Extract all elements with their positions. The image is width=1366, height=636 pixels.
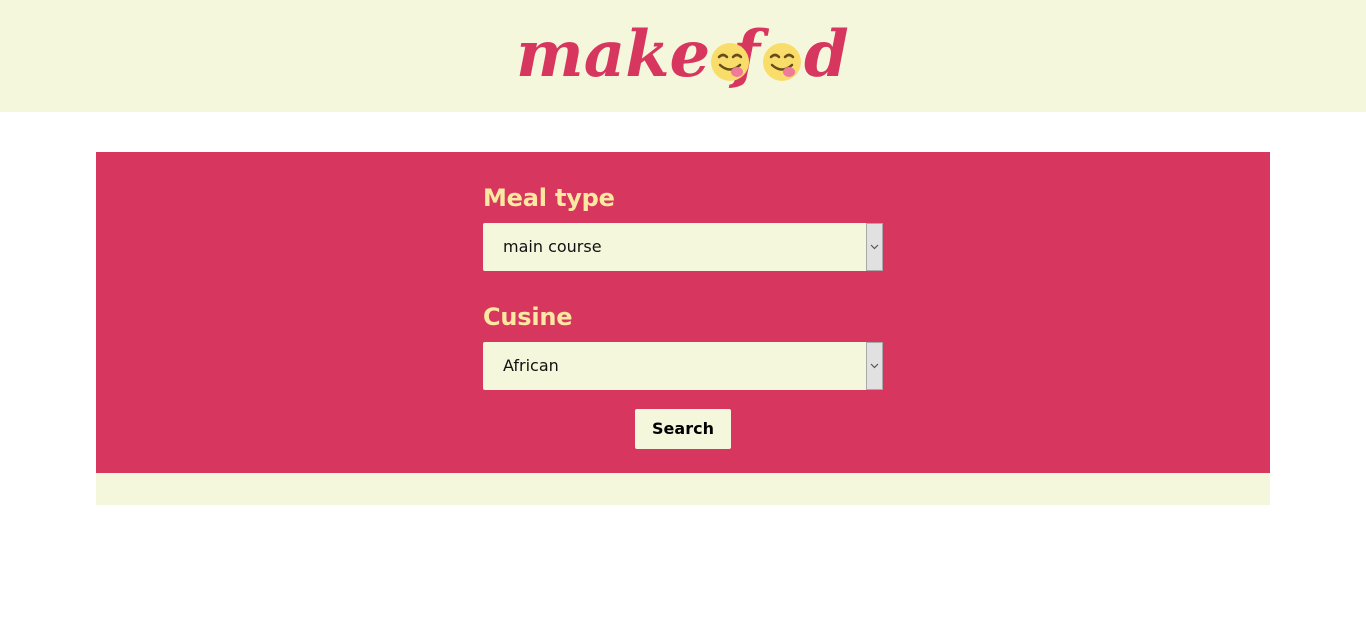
site-logo[interactable]: make f d — [0, 0, 1366, 112]
cuisine-selected-value: African — [503, 356, 559, 375]
chevron-down-icon — [870, 244, 879, 250]
cuisine-select[interactable]: African — [483, 342, 883, 390]
meal-type-select[interactable]: main course — [483, 223, 883, 271]
cuisine-label: Cusine — [483, 303, 573, 331]
site-header: make f d — [0, 0, 1366, 112]
meal-type-selected-value: main course — [503, 237, 602, 256]
search-button[interactable]: Search — [635, 409, 731, 449]
logo-text-d: d — [804, 17, 849, 92]
cuisine-dropdown-button[interactable] — [866, 342, 883, 390]
results-area — [96, 473, 1270, 505]
meal-type-label: Meal type — [483, 184, 615, 212]
chevron-down-icon — [870, 363, 879, 369]
yum-face-icon — [711, 43, 749, 81]
meal-type-dropdown-button[interactable] — [866, 223, 883, 271]
yum-face-icon — [763, 43, 801, 81]
